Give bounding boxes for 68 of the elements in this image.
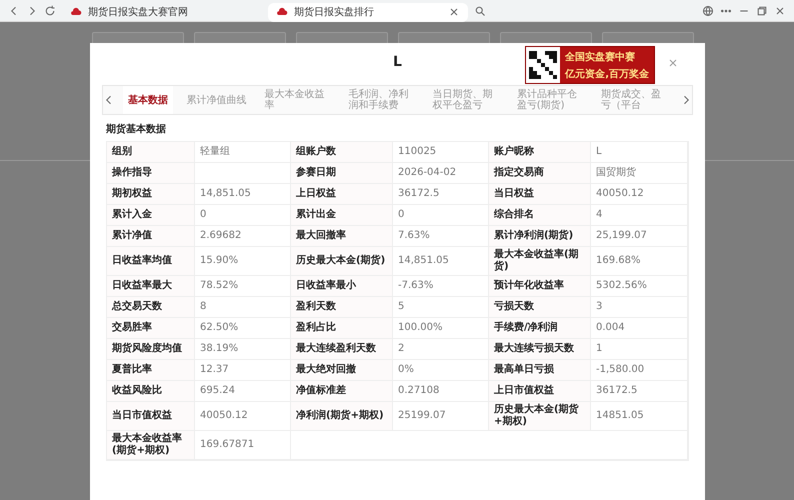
field-label: 最大本金收益率(期货) (489, 247, 591, 276)
field-label: 累计净值 (107, 226, 195, 247)
tab[interactable]: 期货成交、盈亏（平台 (596, 86, 672, 114)
field-label: 历史最大本金(期货) (291, 247, 393, 276)
browser-tab[interactable]: 期货日报实盘大赛官网 (62, 2, 262, 22)
field-value: 4 (591, 205, 688, 226)
field-label: 组别 (107, 142, 195, 163)
field-value: 169.67871 (195, 431, 291, 460)
field-label: 预计年化收益率 (489, 276, 591, 297)
tab[interactable]: 累计品种平仓盈亏(期货) (512, 86, 588, 114)
field-label: 最大回撤率 (291, 226, 393, 247)
section-title: 期货基本数据 (106, 122, 167, 136)
field-label: 上日市值权益 (489, 381, 591, 402)
field-label: 参赛日期 (291, 163, 393, 184)
field-label: 累计出金 (291, 205, 393, 226)
field-label: 操作指导 (107, 163, 195, 184)
field-label: 当日权益 (489, 184, 591, 205)
field-value: L (591, 142, 688, 163)
tab[interactable]: 基本数据 (123, 86, 174, 114)
field-label: 最大连续盈利天数 (291, 339, 393, 360)
field-label: 盈利天数 (291, 297, 393, 318)
field-label: 净利润(期货+期权) (291, 402, 393, 431)
field-label: 盈利占比 (291, 318, 393, 339)
field-label: 账户昵称 (489, 142, 591, 163)
field-label: 交易胜率 (107, 318, 195, 339)
field-label: 最大本金收益率(期货+期权) (107, 431, 195, 460)
field-label: 日收益率均值 (107, 247, 195, 276)
field-label: 累计净利润(期货) (489, 226, 591, 247)
field-value: 40050.12 (591, 184, 688, 205)
tab[interactable]: 最大本金收益率 (259, 86, 336, 114)
field-label: 期货风险度均值 (107, 339, 195, 360)
tab[interactable]: 毛利润、净利润和手续费 (344, 86, 420, 114)
field-value: 国贸期货 (591, 163, 688, 184)
field-value: 5302.56% (591, 276, 688, 297)
field-label: 历史最大本金(期货+期权) (489, 402, 591, 431)
ad-headline: 全国实盘赛中赛 (565, 50, 636, 64)
field-label: 指定交易商 (489, 163, 591, 184)
browser-tab[interactable]: 期货日报实盘排行 (268, 2, 468, 22)
field-label: 综合排名 (489, 205, 591, 226)
field-label: 日收益率最小 (291, 276, 393, 297)
field-label: 净值标准差 (291, 381, 393, 402)
ad-banner[interactable]: 全国实盘赛中赛 亿元资金,百万奖金 (525, 46, 655, 84)
field-label: 收益风险比 (107, 381, 195, 402)
modal-title: L (393, 54, 402, 70)
field-label: 累计入金 (107, 205, 195, 226)
field-label: 夏普比率 (107, 360, 195, 381)
field-value: 0.004 (591, 318, 688, 339)
field-value: 36172.5 (591, 381, 688, 402)
field-value: 25,199.07 (591, 226, 688, 247)
field-label: 日收益率最大 (107, 276, 195, 297)
tab[interactable]: 当日期货、期权平仓盈亏 (428, 86, 504, 114)
field-label: 最大连续亏损天数 (489, 339, 591, 360)
field-label: 手续费/净利润 (489, 318, 591, 339)
field-label: 当日市值权益 (107, 402, 195, 431)
field-label: 亏损天数 (489, 297, 591, 318)
field-value: -1,580.00 (591, 360, 688, 381)
field-label: 组账户数 (291, 142, 393, 163)
ad-subline: 亿元资金,百万奖金 (565, 68, 649, 80)
field-value: 1 (591, 339, 688, 360)
field-label: 最大绝对回撤 (291, 360, 393, 381)
field-label: 最高单日亏损 (489, 360, 591, 381)
field-value: 14851.05 (591, 402, 688, 431)
field-label: 总交易天数 (107, 297, 195, 318)
field-label: 上日权益 (291, 184, 393, 205)
tab[interactable]: 累计净值曲线 (181, 86, 252, 114)
field-value: 169.68% (591, 247, 688, 276)
field-label: 期初权益 (107, 184, 195, 205)
field-value: 3 (591, 297, 688, 318)
